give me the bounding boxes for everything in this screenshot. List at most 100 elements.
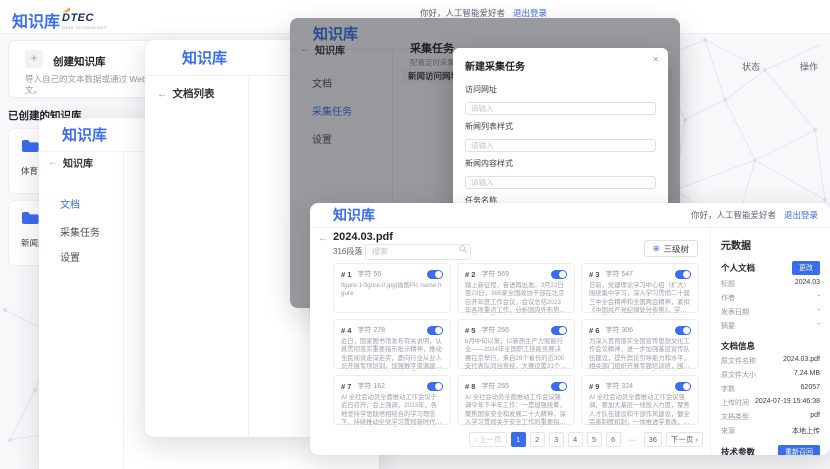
segment-toggle[interactable] (551, 270, 567, 279)
greeting-text: 你好，人工智能爱好者 (691, 209, 776, 221)
background-status-column: 状态 (742, 60, 760, 73)
meta-value: pdf (810, 412, 820, 422)
segment-text: 为深入贯彻落实全国宣传思想文化工作会议精神，进一步加强基层宣传队伍建设，提升舆论… (589, 338, 691, 371)
tech-params-section-header: 技术参数 重新召回 (721, 445, 820, 455)
sidebar-item-documents[interactable]: 文档 (60, 196, 80, 211)
segment-toggle[interactable] (427, 270, 443, 279)
page-6-button[interactable]: 6 (606, 432, 621, 447)
field-label: 新闻列表样式 (465, 121, 656, 132)
segment-text: 近日，国家图书馆发布有关说明，认真贯彻落实重要指示批示精神，推动全民阅读走深走实… (341, 338, 443, 371)
segment-toggle[interactable] (675, 382, 691, 391)
back-arrow-icon: ← (157, 88, 168, 100)
segment-text: AI 全社会动员全面推动工作会议强调今年下半年工作：一是加强统筹，聚焦国家安全和… (465, 394, 567, 427)
segment-charcount: 字符 56 (357, 269, 381, 279)
segment-card[interactable]: # 7字符 162 AI 全社会动员全面推动工作会议于近日召开，会上强调，202… (333, 375, 451, 425)
segment-card[interactable]: # 8 字符 265 AI 全社会动员全面推动工作会议强调今年下半年工作：一是加强… (457, 375, 575, 425)
segment-number: # 7 (341, 382, 351, 391)
page-1-button[interactable]: 1 (511, 432, 526, 447)
segment-number: # 6 (589, 326, 599, 335)
segment-charcount: 字符 265 (481, 381, 509, 391)
dtec-logo-subtext: DATA TECHNOLOGY (62, 26, 107, 30)
edit-button[interactable]: 更改 (792, 261, 820, 275)
page-5-button[interactable]: 5 (587, 432, 602, 447)
back-knowledge-base[interactable]: ← 知识库 (48, 155, 93, 170)
meta-value: - (818, 307, 820, 317)
recall-button[interactable]: 重新召回 (778, 445, 820, 455)
window-header: 知识库 你好，人工智能爱好者 退出登录 (310, 203, 830, 228)
meta-value: 62057 (801, 384, 820, 394)
segment-toggle[interactable] (551, 382, 567, 391)
meta-label: 摘要 (721, 321, 735, 331)
segment-number: # 8 (465, 382, 475, 391)
page-2-button[interactable]: 2 (530, 432, 545, 447)
next-page-button[interactable]: 下一页 › (666, 432, 703, 447)
segment-grid: # 1字符 56 figure:1-figure-0.jpg|插图Pic nam… (333, 263, 699, 425)
meta-label: 文档类型 (721, 412, 749, 422)
sidebar-item-settings[interactable]: 设置 (60, 249, 80, 264)
field-label: 新闻内容样式 (465, 158, 656, 169)
page-3-button[interactable]: 3 (549, 432, 564, 447)
section-title: 个人文档 (721, 262, 755, 274)
back-document-list[interactable]: ← 文档列表 (157, 86, 215, 101)
segment-text: AI 全社会动员全面推动工作会议强调，要加大基层一线投入力度，聚焦人才队伍建设和… (589, 394, 691, 427)
meta-row: 原文件名称2024.03.pdf (721, 356, 820, 366)
segment-card[interactable]: # 3 字符 547 日前，党建理论学习中心组（扩大）围绕集中学习，深入学习贯彻二… (581, 263, 699, 313)
meta-label: 字数 (721, 384, 735, 394)
segment-charcount: 字符 547 (605, 269, 633, 279)
meta-row: 字数 62057 (721, 384, 820, 394)
app-logo: 知识库 (12, 8, 60, 32)
segment-card[interactable]: # 5字符 266 6月中旬以来，以新质生产力赋能行业——2024年全国职工技能… (457, 319, 575, 369)
back-arrow-icon[interactable]: ← (318, 233, 328, 244)
meta-label: 发表日期 (721, 307, 749, 317)
segment-text: 6月中旬以来，以新质生产力赋能行业——2024年全国职工技能竞赛决赛在京举行，来… (465, 338, 567, 371)
tree-view-button[interactable]: ⊕ 三级树 (644, 240, 698, 257)
segment-card[interactable]: # 6 字符 306 为深入贯彻落实全国宣传思想文化工作会议精神，进一步加强基层宣… (581, 319, 699, 369)
segment-toggle[interactable] (427, 382, 443, 391)
meta-value: - (818, 321, 820, 331)
dtec-logo: DTEC DATA TECHNOLOGY (62, 9, 107, 30)
sidebar-divider (123, 152, 124, 469)
create-kb-title: 创建知识库 (53, 54, 106, 69)
segment-toggle[interactable] (675, 270, 691, 279)
segment-card[interactable]: # 9字符 324 AI 全社会动员全面推动工作会议强调，要加大基层一线投入力度… (581, 375, 699, 425)
segment-number: # 5 (465, 326, 475, 335)
close-icon[interactable]: ✕ (652, 55, 659, 64)
meta-row: 上传时间2024-07-19 15:46:38 (721, 398, 820, 408)
segment-text: 日前，党建理论学习中心组（扩大）围绕集中学习，深入学习贯彻二十届三中全会精神和全… (589, 282, 691, 315)
meta-value: - (818, 293, 820, 303)
user-bar: 你好，人工智能爱好者 退出登录 (691, 209, 818, 221)
sidebar-item-collection-tasks[interactable]: 采集任务 (60, 224, 100, 239)
paragraph-count: 316段落 (333, 246, 362, 257)
meta-row: 来源本地上传 (721, 426, 820, 436)
segment-card[interactable]: # 2字符 569 踏上新征程，奋进再出发。3月22日至23日，365家全国政协… (457, 263, 575, 313)
segment-toggle[interactable] (551, 326, 567, 335)
field-content-style: 新闻内容样式 (465, 158, 656, 190)
segment-charcount: 字符 569 (481, 269, 509, 279)
segment-charcount: 字符 278 (357, 325, 385, 335)
segment-toggle[interactable] (675, 326, 691, 335)
prev-page-button[interactable]: ‹ 上一页 (469, 432, 506, 447)
folder-icon (21, 211, 39, 225)
segment-number: # 3 (589, 270, 599, 279)
news-list-style-input[interactable] (465, 139, 656, 152)
segment-charcount: 字符 306 (605, 325, 633, 335)
news-content-style-input[interactable] (465, 176, 656, 189)
pagination: ‹ 上一页 1 2 3 4 5 6 ··· 36 下一页 › (333, 432, 703, 447)
section-title: 技术参数 (721, 446, 755, 455)
metadata-heading: 元数据 (721, 237, 820, 252)
new-task-modal: 新建采集任务 ✕ 访问网址 新闻列表样式 新闻内容样式 任务名称 是否定时执行 (453, 48, 668, 226)
modal-title: 新建采集任务 (465, 62, 525, 73)
background-action-column: 操作 (800, 60, 818, 73)
page-4-button[interactable]: 4 (568, 432, 583, 447)
segment-card[interactable]: # 1字符 56 figure:1-figure-0.jpg|插图Pic nam… (333, 263, 451, 313)
dtec-arrow-icon (60, 6, 72, 14)
segment-card[interactable]: # 4字符 278 近日，国家图书馆发布有关说明，认真贯彻落实重要指示批示精神，… (333, 319, 451, 369)
meta-label: 上传时间 (721, 398, 749, 408)
visit-url-input[interactable] (465, 102, 656, 115)
segment-toggle[interactable] (427, 326, 443, 335)
page-last-button[interactable]: 36 (644, 432, 662, 447)
segment-number: # 2 (465, 270, 475, 279)
search-input[interactable] (365, 244, 471, 260)
personal-doc-section-header: 个人文档 更改 (721, 261, 820, 275)
logout-link[interactable]: 退出登录 (784, 209, 818, 221)
